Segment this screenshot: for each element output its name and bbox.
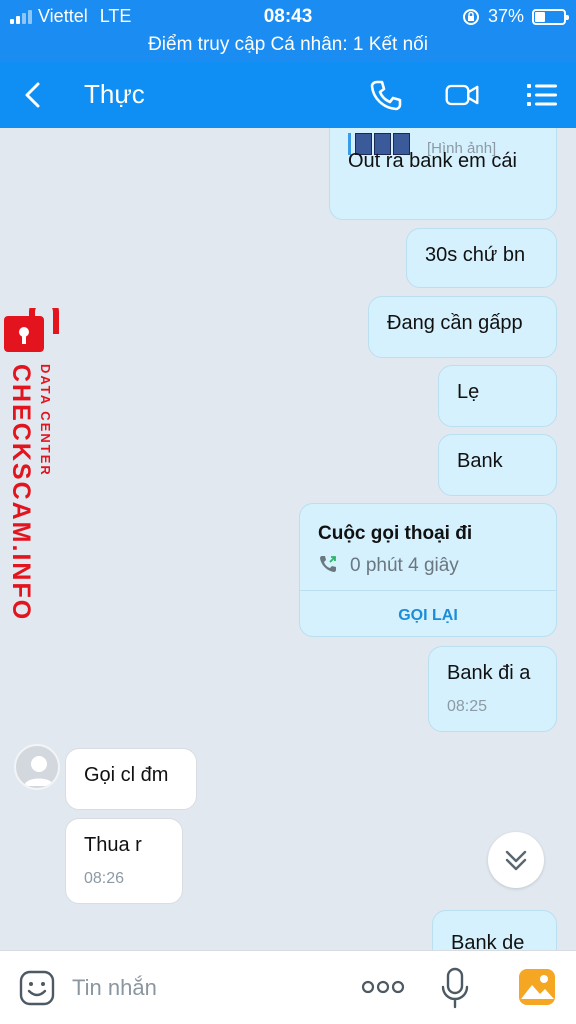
watermark-subtitle: DATA CENTER: [38, 364, 53, 477]
double-chevron-down-icon: [505, 850, 527, 871]
message-bubble[interactable]: Gọi cl đm: [65, 748, 197, 810]
message-bubble[interactable]: 30s chứ bn: [406, 228, 557, 288]
message-bubble[interactable]: Đang cần gấpp: [368, 296, 557, 358]
watermark-brand: CHECKSCAM.INFO: [7, 364, 35, 622]
message-text: Out ra bank em cái: [348, 150, 517, 172]
call-divider: [300, 590, 556, 591]
more-options-icon[interactable]: [360, 979, 406, 995]
message-bubble[interactable]: Bank đi a 08:25: [428, 646, 557, 732]
emoji-icon[interactable]: [18, 969, 56, 1007]
chat-area[interactable]: [Hình ảnh] Out ra bank em cái 30s chứ bn…: [0, 128, 576, 950]
hotspot-banner[interactable]: Điểm truy cập Cá nhân: 1 Kết nối: [0, 32, 576, 62]
call-card[interactable]: Cuộc gọi thoại đi 0 phút 4 giây GỌI LẠI: [299, 503, 557, 637]
message-bubble[interactable]: Bank: [438, 434, 557, 496]
image-gallery-icon[interactable]: [517, 967, 557, 1007]
video-call-icon[interactable]: [444, 78, 480, 112]
message-input[interactable]: Tin nhắn: [72, 975, 157, 1001]
input-bar: Tin nhắn: [0, 950, 576, 1024]
back-icon[interactable]: [18, 80, 48, 110]
status-bar: Viettel LTE 08:43 37%: [0, 0, 576, 32]
call-duration: 0 phút 4 giây: [350, 555, 459, 576]
image-message[interactable]: [Hình ảnh] Out ra bank em cái: [329, 128, 557, 220]
menu-list-icon[interactable]: [524, 78, 560, 112]
contact-name[interactable]: Thực: [84, 79, 145, 110]
message-text: Bank đi a: [447, 662, 531, 684]
status-right: 37%: [462, 6, 569, 27]
battery-icon: [532, 8, 569, 25]
rotation-lock-icon: [462, 8, 479, 25]
chat-header: Thực: [0, 62, 576, 128]
outgoing-call-icon: [320, 556, 336, 572]
microphone-icon[interactable]: [440, 967, 470, 1009]
message-bubble[interactable]: Lẹ: [438, 365, 557, 427]
message-time: 08:25: [447, 698, 488, 715]
scroll-down-button[interactable]: [488, 832, 544, 888]
call-again-button[interactable]: GỌI LẠI: [300, 604, 556, 628]
call-title: Cuộc gọi thoại đi: [318, 523, 473, 544]
avatar[interactable]: [14, 744, 60, 790]
message-bubble[interactable]: Bank de: [432, 910, 557, 950]
phone-call-icon[interactable]: [368, 78, 404, 112]
watermark: CHECKSCAM.INFO DATA CENTER: [2, 308, 62, 621]
message-time: 08:26: [84, 870, 125, 887]
message-text: Thua r: [84, 834, 142, 856]
message-bubble[interactable]: Thua r 08:26: [65, 818, 183, 904]
lock-icon: [4, 308, 59, 352]
user-avatar-icon: [24, 756, 54, 786]
battery-percent: 37%: [487, 6, 524, 26]
